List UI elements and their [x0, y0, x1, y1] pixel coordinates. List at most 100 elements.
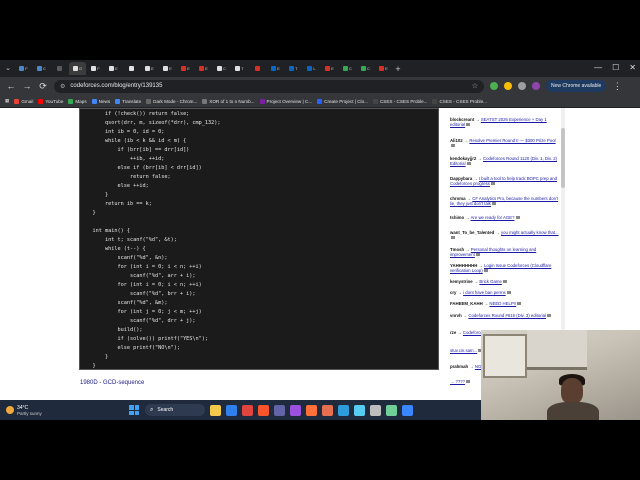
taskbar: 34°C Partly sunny ⌕ Search — [0, 400, 481, 420]
browser-tab[interactable]: C — [213, 62, 230, 75]
firefox-icon[interactable] — [306, 404, 317, 416]
browser-tab[interactable]: E — [375, 62, 392, 75]
browser-tab[interactable]: E — [195, 62, 212, 75]
taskbar-search[interactable]: ⌕ Search — [145, 404, 205, 416]
bookmark-item[interactable]: XOR of 1 to n Numb... — [202, 98, 255, 104]
scrollbar-thumb[interactable] — [561, 128, 565, 188]
extension-icon[interactable] — [490, 82, 498, 90]
sidebar-title[interactable]: Are we ready for AGE? — [471, 215, 515, 220]
browser-tab[interactable] — [249, 62, 266, 75]
comment-icon — [506, 291, 511, 294]
browser-tab[interactable] — [123, 62, 140, 75]
close-window-icon[interactable]: ✕ — [629, 63, 636, 72]
sidebar-user[interactable]: rze — [450, 330, 456, 335]
reload-icon[interactable]: ⟳ — [38, 81, 48, 92]
forward-icon[interactable]: → — [22, 81, 32, 91]
sidebar-title[interactable]: i dont have ban perms — [463, 290, 506, 295]
browser-tab[interactable]: F — [15, 62, 32, 75]
bookmark-item[interactable]: Translate — [115, 98, 141, 104]
site-info-icon[interactable]: ⚙ — [60, 83, 65, 90]
file-explorer-icon[interactable] — [210, 404, 221, 416]
bookmark-label: YouTube — [45, 98, 64, 104]
sidebar-user[interactable]: vnrvh — [450, 313, 462, 318]
sidebar-title[interactable]: stuv.cin.sam... — [450, 348, 477, 353]
browser-tab[interactable]: E — [105, 62, 122, 75]
sidebar-user[interactable]: cry — [450, 290, 456, 295]
minimize-icon[interactable]: — — [594, 63, 602, 72]
code-line: scanf("%d", drr + j); — [80, 318, 196, 324]
obs-icon[interactable] — [322, 404, 333, 416]
bookmark-item[interactable]: Maps — [68, 98, 87, 104]
bookmark-label: CSES - CSES Proble... — [379, 98, 428, 104]
tab-search-icon[interactable]: ⌄ — [3, 64, 13, 74]
browser-tab[interactable] — [51, 62, 68, 75]
bookmark-item[interactable]: Dark Mode - Chrom... — [146, 98, 197, 104]
new-tab-icon[interactable]: + — [393, 64, 403, 74]
sidebar-title[interactable]: you might actually know that... — [501, 230, 559, 235]
store-icon[interactable] — [338, 404, 349, 416]
settings-icon[interactable] — [370, 404, 381, 416]
browser-tab[interactable]: C — [339, 62, 356, 75]
browser-tab[interactable]: F — [87, 62, 104, 75]
browser-tab[interactable]: T — [285, 62, 302, 75]
mail-icon[interactable] — [402, 404, 413, 416]
browser-tab[interactable]: T — [231, 62, 248, 75]
menu-kebab-icon[interactable]: ⋮ — [612, 81, 622, 92]
back-icon[interactable]: ← — [6, 81, 16, 91]
extensions-puzzle-icon[interactable] — [518, 82, 526, 90]
sidebar-title[interactable]: → ???? — [450, 379, 465, 384]
bookmark-item[interactable]: CSES - CSES Proble... — [372, 98, 428, 104]
sidebar-title[interactable]: NEED HELP!! — [489, 301, 516, 306]
browser-tab[interactable]: E — [159, 62, 176, 75]
bookmark-item[interactable]: Create Project | Clo... — [317, 98, 368, 104]
tab-title: E — [187, 66, 190, 71]
browser-tab[interactable]: C — [357, 62, 374, 75]
browser-tab[interactable]: C — [33, 62, 50, 75]
sidebar-title[interactable]: Brick Game — [479, 279, 501, 284]
sidebar-user[interactable]: FAHEEM_KAHH — [450, 301, 483, 306]
sidebar-title[interactable]: Resolve Premier Round II — $300 Prize Po… — [469, 138, 555, 143]
browser-tab[interactable]: E — [141, 62, 158, 75]
apps-grid-icon[interactable]: ▦ — [5, 98, 9, 104]
tab-favicon — [254, 66, 260, 71]
notes-icon[interactable] — [290, 404, 301, 416]
sidebar-user[interactable]: tshimo — [450, 215, 464, 220]
problem-link[interactable]: 1980D - GCD-sequence — [80, 380, 144, 386]
chrome-update-button[interactable]: New Chrome available — [546, 80, 607, 92]
browser-tab[interactable]: E — [267, 62, 284, 75]
sidebar-title[interactable]: Codeforces Round #615 (Div. 3) editorial — [468, 313, 546, 318]
extension-icon[interactable] — [504, 82, 512, 90]
bookmark-item[interactable]: Gmail — [14, 98, 33, 104]
bookmark-item[interactable]: CSES - CSES Proble... — [432, 98, 487, 104]
sidebar-entry: YAHHHHHHH → Login Issue Codeforces (Clou… — [450, 263, 560, 273]
code-line: } — [80, 354, 109, 360]
sidebar-user[interactable]: want_To_be_Talented — [450, 230, 494, 235]
bookmark-item[interactable]: YouTube — [38, 98, 64, 104]
sidebar-user[interactable]: prahmah — [450, 364, 468, 369]
weather-widget[interactable]: 34°C Partly sunny — [6, 405, 106, 416]
teams-icon[interactable] — [274, 404, 285, 416]
sidebar-user[interactable]: Ali102 — [450, 138, 463, 143]
windows-start-icon[interactable] — [129, 405, 139, 415]
taskbar-search-label: Search — [157, 407, 174, 413]
maximize-icon[interactable]: ☐ — [612, 63, 619, 72]
browser-tab[interactable]: L — [303, 62, 320, 75]
browser-tab[interactable]: E — [321, 62, 338, 75]
vscode-icon[interactable] — [226, 404, 237, 416]
browser-tab[interactable]: E — [177, 62, 194, 75]
weather-condition: Partly sunny — [17, 410, 42, 416]
chrome-icon[interactable] — [242, 404, 253, 416]
bookmark-item[interactable]: News — [91, 98, 110, 104]
sidebar-user[interactable]: kemystrine — [450, 279, 473, 284]
bookmark-star-icon[interactable]: ☆ — [472, 82, 478, 90]
photos-icon[interactable] — [354, 404, 365, 416]
browser-tab[interactable]: G — [69, 62, 86, 75]
text-icon[interactable] — [386, 404, 397, 416]
profile-avatar[interactable] — [532, 82, 540, 90]
bookmark-item[interactable]: Project Overview | C... — [259, 98, 312, 104]
brave-icon[interactable] — [258, 404, 269, 416]
arrow-icon: → — [465, 215, 470, 220]
arrow-icon: → — [457, 290, 462, 295]
comment-icon — [466, 380, 471, 383]
address-bar[interactable]: ⚙ codeforces.com/blog/entry/139135 ☆ — [54, 79, 484, 93]
